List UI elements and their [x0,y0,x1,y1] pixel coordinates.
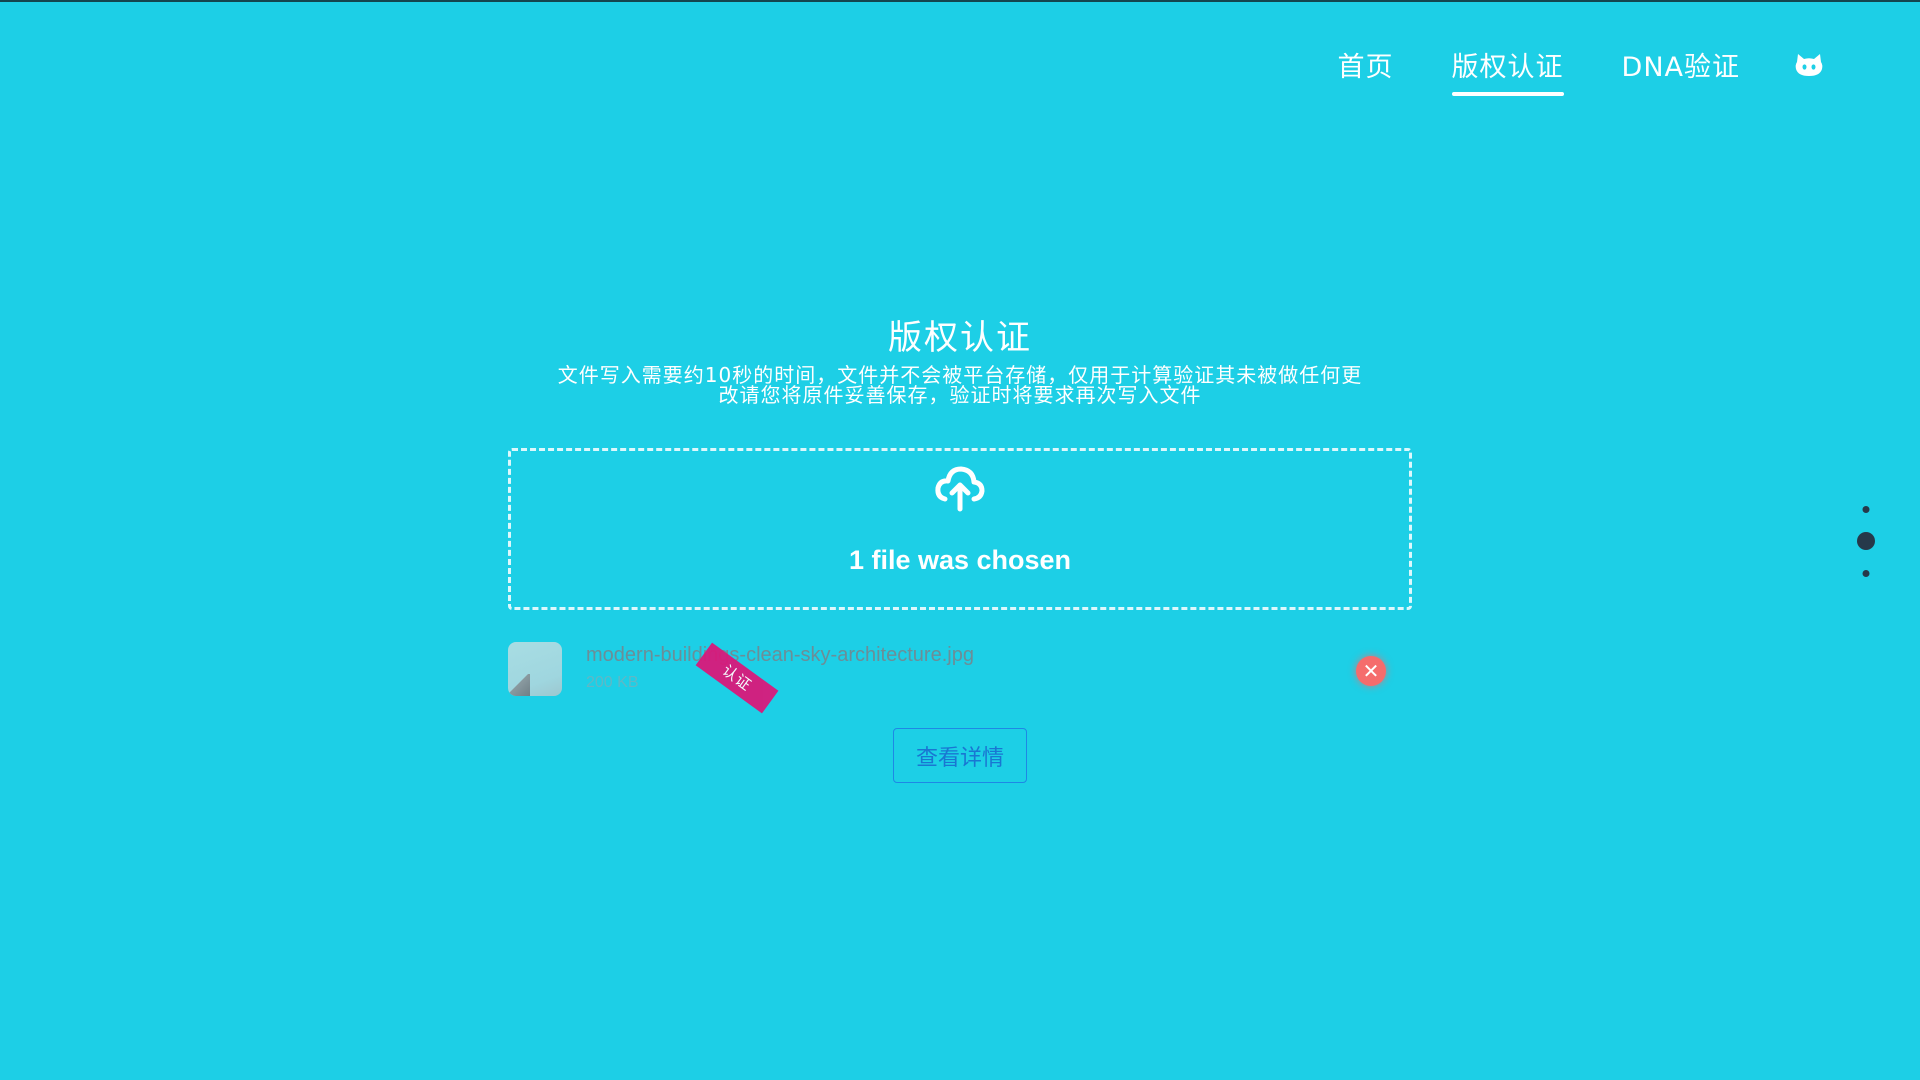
page-title: 版权认证 [888,318,1032,358]
github-icon[interactable] [1794,50,1824,86]
github-icon-graphic [1795,54,1823,76]
file-name: modern-buildings-clean-sky-architecture.… [586,644,974,666]
view-details-button[interactable]: 查看详情 [893,728,1027,783]
file-thumbnail [508,642,562,696]
remove-file-button[interactable]: ✕ [1356,656,1386,686]
pager-dot-1[interactable] [1862,506,1870,513]
nav-item-copyright-certification[interactable]: 版权认证 [1451,45,1564,96]
pager-dot-3[interactable] [1862,570,1870,577]
description: 文件写入需要约10秒的时间，文件并不会被平台存储，仅用于计算验证其未被做任何更 … [490,365,1430,405]
close-icon: ✕ [1362,659,1380,683]
file-size: 200 KB [586,674,639,691]
file-list-item: modern-buildings-clean-sky-architecture.… [508,640,1412,714]
pager-dot-2-active[interactable] [1857,532,1875,550]
page: 首页 版权认证 DNA验证 版权认证 文件写入需要约10秒的时间，文件并不会被平… [0,0,1920,1080]
thumbnail-building [508,674,530,696]
description-line-1: 文件写入需要约10秒的时间，文件并不会被平台存储，仅用于计算验证其未被做任何更 [557,363,1363,387]
nav-item-home[interactable]: 首页 [1338,45,1394,92]
section-pager [1856,506,1876,578]
upload-status-text: 1 file was chosen [848,545,1072,575]
top-nav: 首页 版权认证 DNA验证 [1280,45,1824,96]
nav-item-dna-verification[interactable]: DNA验证 [1622,45,1740,92]
upload-dropzone[interactable]: 1 file was chosen [508,448,1412,610]
cloud-upload-icon [933,461,987,515]
description-line-2: 改请您将原件妥善保存，验证时将要求再次写入文件 [718,383,1202,407]
